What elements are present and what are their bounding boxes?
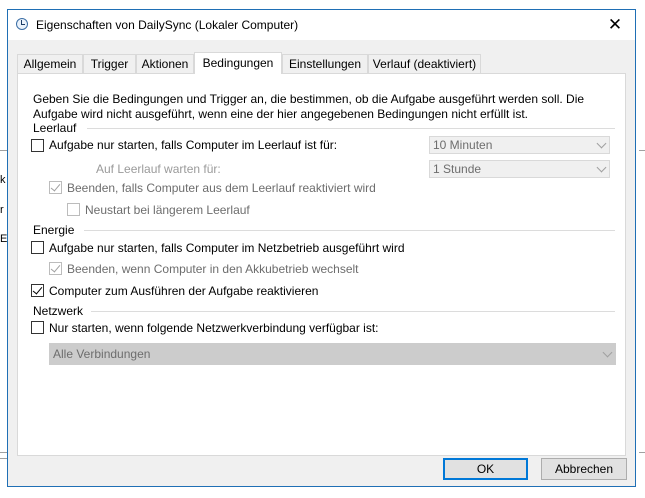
wait-duration-value: 1 Stunde: [433, 162, 482, 176]
network-connection-value: Alle Verbindungen: [53, 347, 151, 361]
start-if-network-checkbox[interactable]: [31, 321, 44, 334]
tab-allgemein[interactable]: Allgemein: [17, 54, 83, 73]
close-button[interactable]: ✕: [595, 10, 635, 40]
stop-on-battery-label[interactable]: Beenden, wenn Computer in den Akkubetrie…: [67, 262, 359, 276]
restart-if-idle-label[interactable]: Neustart bei längerem Leerlauf: [85, 203, 250, 217]
chevron-down-icon: [596, 162, 607, 173]
chevron-down-icon: [596, 138, 607, 149]
power-group-divider: [84, 230, 615, 231]
wake-to-run-checkbox[interactable]: [31, 284, 44, 297]
conditions-panel: Geben Sie die Bedingungen und Trigger an…: [17, 73, 626, 456]
stop-on-battery-checkbox[interactable]: [49, 262, 62, 275]
start-on-ac-checkbox[interactable]: [31, 241, 44, 254]
tab-einstellungen[interactable]: Einstellungen: [282, 54, 368, 73]
start-if-idle-label[interactable]: Aufgabe nur starten, falls Computer im L…: [49, 138, 337, 152]
idle-group-divider: [87, 128, 615, 129]
restart-if-idle-checkbox[interactable]: [67, 203, 80, 216]
checkmark-icon: [50, 262, 61, 273]
properties-dialog: Eigenschaften von DailySync (Lokaler Com…: [7, 9, 636, 487]
chevron-down-icon: [602, 347, 613, 358]
background-divider: [639, 150, 645, 151]
idle-duration-select[interactable]: 10 Minuten: [429, 136, 610, 154]
start-if-idle-checkbox[interactable]: [31, 139, 44, 152]
wake-to-run-label[interactable]: Computer zum Ausführen der Aufgabe reakt…: [49, 284, 318, 298]
network-group-label: Netzwerk: [33, 304, 84, 318]
idle-group-label: Leerlauf: [33, 121, 77, 135]
title-bar: Eigenschaften von DailySync (Lokaler Com…: [8, 10, 635, 40]
description-text: Geben Sie die Bedingungen und Trigger an…: [33, 92, 585, 121]
ok-button[interactable]: OK: [443, 458, 528, 480]
start-if-network-label[interactable]: Nur starten, wenn folgende Netzwerkverbi…: [49, 321, 379, 335]
stop-if-resumed-checkbox[interactable]: [49, 181, 62, 194]
tab-aktionen[interactable]: Aktionen: [136, 54, 194, 73]
checkmark-icon: [32, 284, 43, 295]
background-divider: [639, 452, 645, 453]
wait-duration-select[interactable]: 1 Stunde: [429, 160, 610, 178]
cancel-button[interactable]: Abbrechen: [541, 458, 627, 480]
power-group-label: Energie: [33, 223, 75, 237]
checkmark-icon: [50, 181, 61, 192]
tab-verlauf[interactable]: Verlauf (deaktiviert): [368, 54, 481, 73]
tab-trigger[interactable]: Trigger: [83, 54, 136, 73]
stop-if-resumed-label[interactable]: Beenden, falls Computer aus dem Leerlauf…: [67, 181, 376, 195]
task-clock-icon: [16, 18, 28, 30]
idle-duration-value: 10 Minuten: [433, 138, 493, 152]
tab-bedingungen[interactable]: Bedingungen: [194, 52, 282, 74]
wait-for-idle-label: Auf Leerlauf warten für:: [96, 162, 221, 176]
network-group-divider: [91, 311, 615, 312]
start-on-ac-label[interactable]: Aufgabe nur starten, falls Computer im N…: [49, 241, 405, 255]
window-title: Eigenschaften von DailySync (Lokaler Com…: [36, 18, 299, 32]
network-connection-select[interactable]: Alle Verbindungen: [49, 343, 616, 365]
